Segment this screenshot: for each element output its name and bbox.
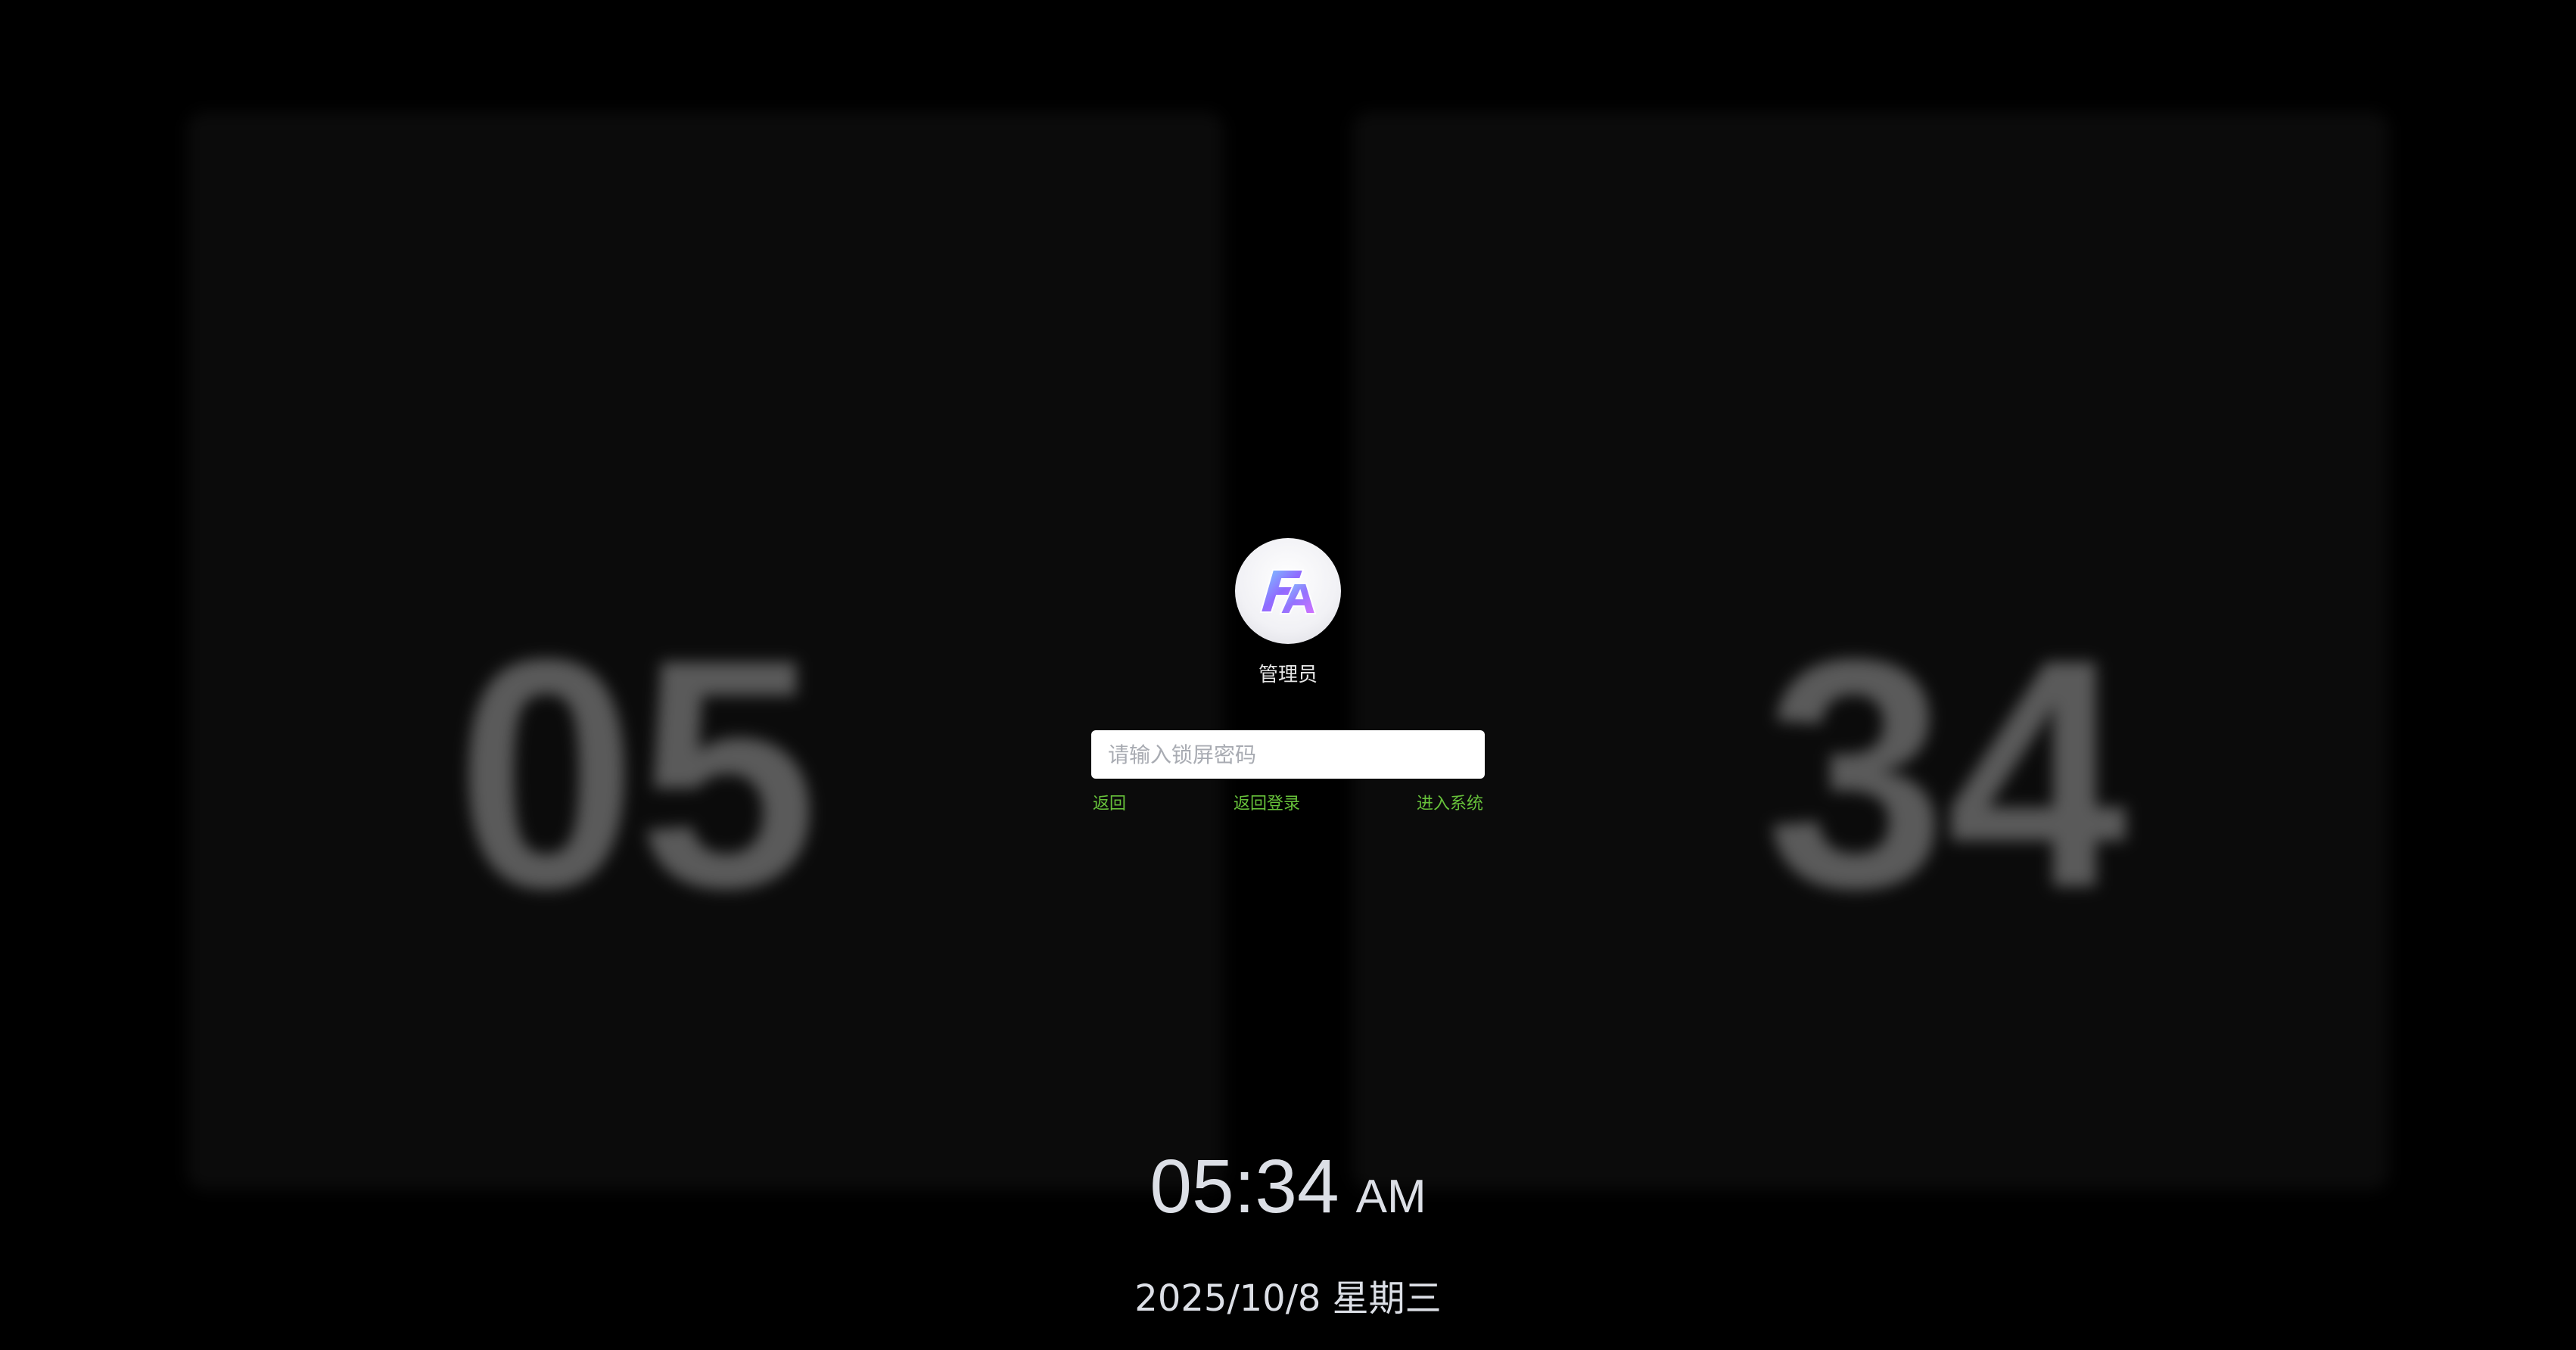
enter-system-link[interactable]: 进入系统 [1417,790,1483,814]
flip-clock-hours: 05 [456,593,819,956]
clock-time: 05:34 [1150,1144,1339,1229]
flip-clock-minutes-panel: 34 [1352,112,2389,1190]
flip-clock-minutes: 34 [1765,593,2128,956]
avatar [1235,538,1341,644]
lock-screen: 05 34 管理员 返回 返回登录 进入系统 05:34 AM 2025/10/… [0,0,2576,1350]
fa-logo-icon [1259,569,1317,614]
back-link[interactable]: 返回 [1093,790,1126,814]
flip-clock-hours-panel: 05 [187,112,1224,1190]
lock-password-input[interactable] [1091,730,1485,779]
clock-period: AM [1355,1171,1426,1223]
clock-date: 2025/10/8 星期三 [1134,1277,1442,1320]
username-label: 管理员 [1258,664,1318,686]
unlock-form: 管理员 返回 返回登录 进入系统 [1091,538,1485,813]
back-to-login-link[interactable]: 返回登录 [1234,790,1300,814]
digital-clock: 05:34 AM [0,1141,2576,1232]
